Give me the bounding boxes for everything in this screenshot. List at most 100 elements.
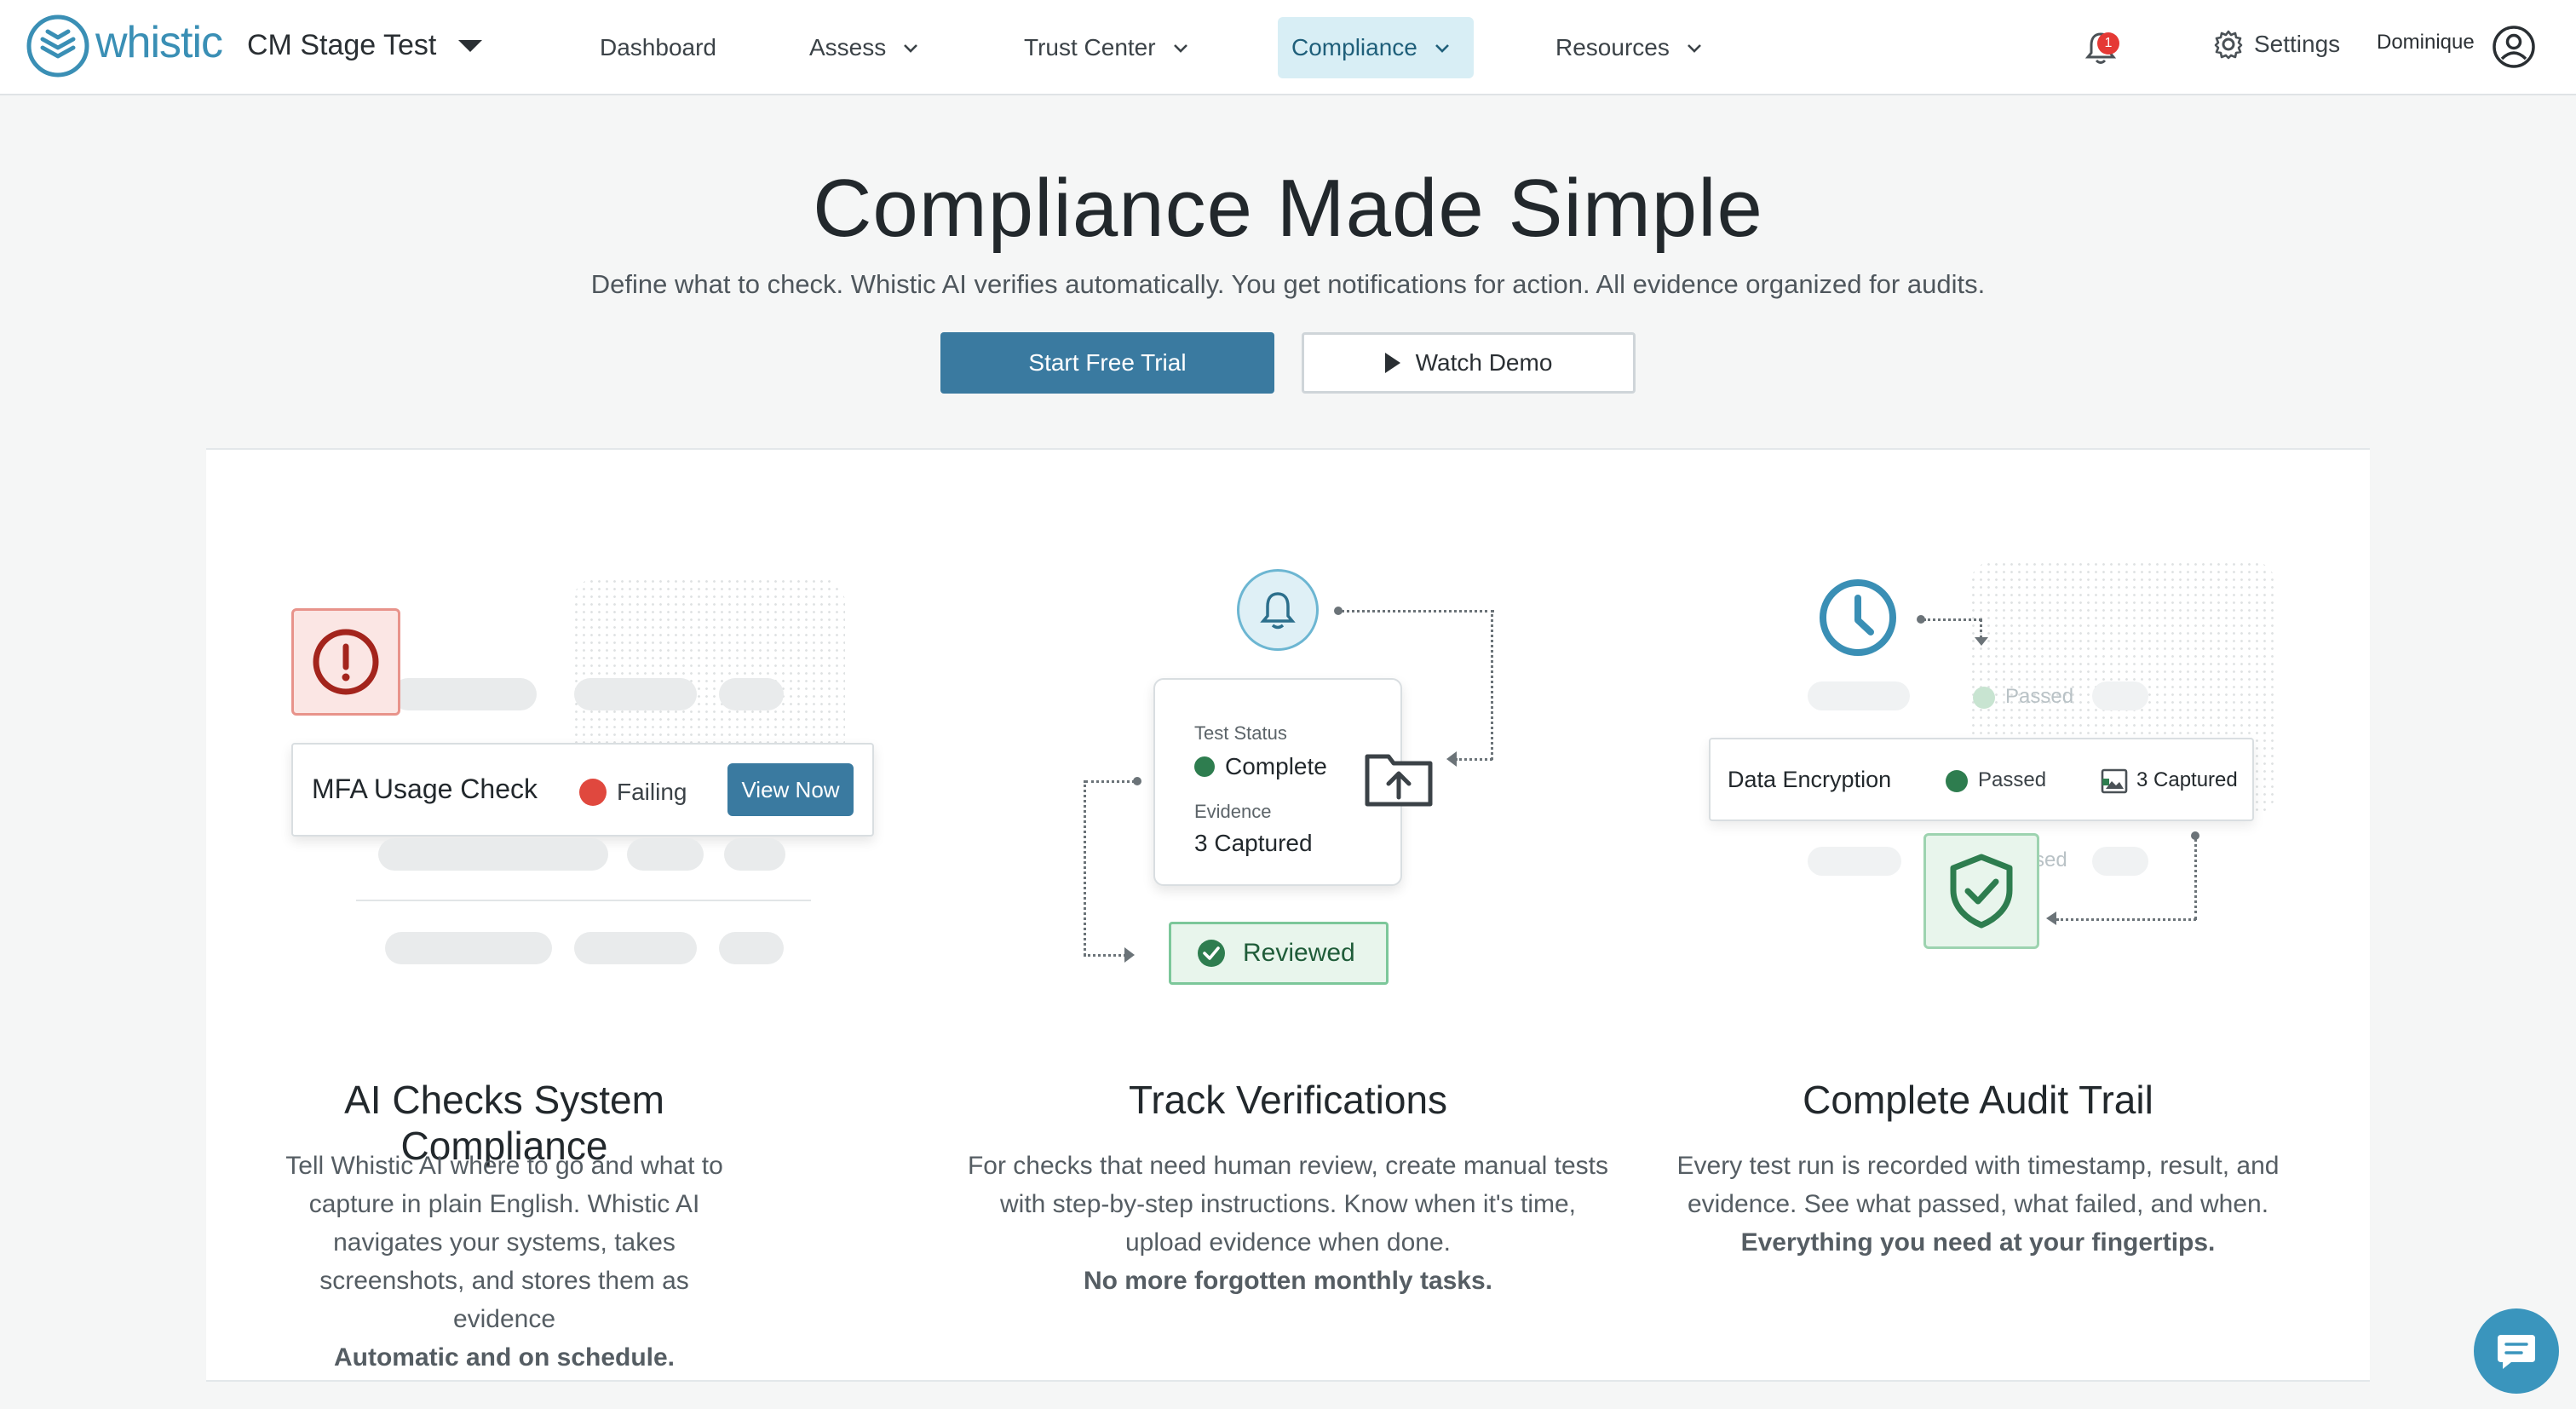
passed-status-dot [1946, 770, 1968, 792]
feature-3-emphasis: Everything you need at your fingertips. [1740, 1228, 2216, 1257]
logo-wordmark: whistic [95, 18, 223, 67]
nav-item-resources[interactable]: Resources [1542, 17, 1717, 78]
chevron-down-icon [1687, 44, 1701, 53]
audit-row-card[interactable]: Data Encryption Passed 3 Captured [1709, 738, 2254, 821]
ghost-status-dot [1973, 687, 1995, 709]
feature-2-body: For checks that need human review, creat… [967, 1152, 1609, 1257]
connector-line [1084, 954, 1126, 957]
watch-demo-label: Watch Demo [1415, 349, 1553, 376]
nav-item-label: Assess [809, 34, 887, 60]
bell-badge [1237, 569, 1319, 651]
page-title: Compliance Made Simple [813, 163, 1763, 254]
feature-2-description: For checks that need human review, creat… [966, 1147, 1610, 1300]
feature-1-body: Tell Whistic AI where to go and what to … [285, 1152, 723, 1333]
chat-icon [2498, 1335, 2535, 1369]
alert-icon [313, 629, 379, 695]
evidence-value: 3 Captured [1194, 830, 1313, 856]
placeholder-pill [719, 678, 784, 710]
nav-item-trust-center[interactable]: Trust Center [1010, 17, 1204, 78]
feature-2-emphasis: No more forgotten monthly tasks. [1083, 1267, 1493, 1295]
placeholder-pill [2092, 847, 2148, 876]
ghost-status: Passed [2005, 685, 2074, 708]
feature-3-body: Every test run is recorded with timestam… [1676, 1152, 2280, 1218]
chat-launcher-button[interactable] [2474, 1308, 2559, 1394]
test-status-label: Test Status [1194, 722, 1287, 744]
nav-item-label: Trust Center [1024, 34, 1156, 60]
nav-item-compliance[interactable]: Compliance [1278, 17, 1474, 78]
clock-icon [1820, 579, 1896, 656]
placeholder-pill [1808, 681, 1910, 710]
nav-item-assess[interactable]: Assess [796, 17, 934, 78]
connector-line [1341, 610, 1494, 612]
shield-check-icon [1950, 854, 2013, 929]
audit-row-name: Data Encryption [1728, 767, 1892, 792]
audit-row-status: Passed [1978, 768, 2047, 791]
bell-icon [1260, 592, 1296, 630]
arrow-right-icon [1124, 947, 1135, 963]
connector-line [2056, 918, 2196, 921]
captured-count: 3 Captured [2136, 768, 2238, 791]
placeholder-pill [385, 932, 552, 964]
nav-item-label: Compliance [1291, 34, 1417, 60]
placeholder-pill [724, 838, 785, 871]
user-avatar-icon[interactable] [2491, 24, 2537, 70]
placeholder-pill [392, 678, 537, 710]
shield-tile [1923, 833, 2039, 949]
image-icon [2101, 768, 2128, 794]
complete-status-dot [1194, 756, 1215, 777]
feature-2-title: Track Verifications [1128, 1078, 1448, 1122]
divider [356, 900, 811, 901]
reviewed-label: Reviewed [1243, 939, 1355, 967]
top-nav: whistic CM Stage Test Dashboard Assess T… [0, 0, 2576, 95]
evidence-label: Evidence [1194, 801, 1272, 822]
test-status-value: Complete [1225, 753, 1327, 779]
check-name: MFA Usage Check [312, 774, 538, 804]
folder-upload-icon [1365, 754, 1433, 807]
connector-line [1980, 618, 1982, 639]
caret-down-icon [458, 39, 483, 52]
placeholder-pill [2092, 681, 2148, 710]
connector-line [1084, 780, 1086, 956]
arrow-down-icon [1975, 637, 1988, 646]
placeholder-pill [627, 838, 704, 871]
placeholder-pill [1808, 847, 1901, 876]
chevron-down-icon [1435, 44, 1449, 53]
check-circle-icon [1198, 940, 1225, 967]
watch-demo-button[interactable]: Watch Demo [1302, 332, 1636, 394]
failing-status-dot [579, 779, 607, 806]
check-row-card[interactable]: MFA Usage Check Failing View Now [291, 743, 874, 837]
connector-line [1085, 780, 1135, 783]
chevron-down-icon [1173, 44, 1187, 53]
placeholder-pill [719, 932, 784, 964]
nav-item-dashboard[interactable]: Dashboard [586, 17, 730, 78]
placeholder-pill [574, 678, 697, 710]
settings-link[interactable]: Settings [2213, 29, 2340, 60]
features-panel: MFA Usage Check Failing View Now Test St… [206, 448, 2370, 1382]
connector-line [1455, 758, 1492, 761]
feature-1-emphasis: Automatic and on schedule. [333, 1343, 676, 1372]
reviewed-badge: Reviewed [1169, 922, 1389, 985]
feature-3-title: Complete Audit Trail [1803, 1078, 2153, 1122]
workspace-name: CM Stage Test [247, 29, 437, 61]
gear-icon [2214, 30, 2243, 60]
alert-tile [291, 608, 400, 716]
whistic-logo-icon [26, 14, 89, 78]
connector-line [1491, 610, 1493, 760]
feature-1-description: Tell Whistic AI where to go and what to … [266, 1147, 743, 1377]
arrow-left-icon [1446, 751, 1457, 767]
notification-badge: 1 [2097, 32, 2119, 55]
user-name[interactable]: Dominique [2377, 31, 2475, 55]
chevron-down-icon [904, 44, 918, 53]
arrow-left-icon [2046, 912, 2056, 925]
whistic-logo[interactable]: whistic [26, 12, 223, 80]
play-icon [1384, 353, 1400, 373]
check-status: Failing [617, 779, 687, 805]
workspace-selector[interactable]: CM Stage Test [247, 29, 483, 62]
connector-line [2194, 838, 2197, 920]
start-free-trial-button[interactable]: Start Free Trial [940, 332, 1274, 394]
view-now-button[interactable]: View Now [727, 763, 854, 816]
nav-item-label: Dashboard [600, 34, 716, 60]
placeholder-pill [574, 932, 697, 964]
connector-line [1923, 618, 1981, 621]
nav-item-label: Resources [1555, 34, 1670, 60]
